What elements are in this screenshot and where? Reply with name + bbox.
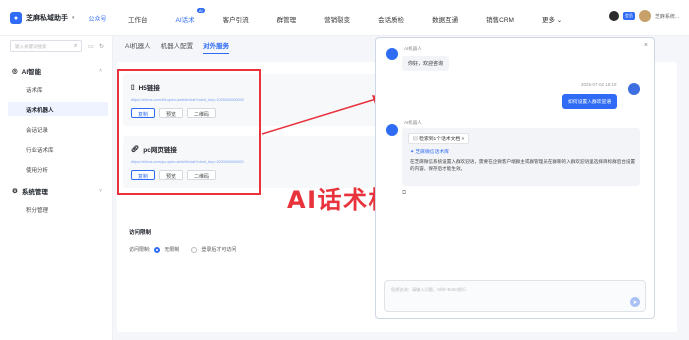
answer-text: 在芝麻微信系统设置入群欢迎语，需要在企微客户端群主或群管理员在群聊的入群欢迎语里… <box>410 159 636 171</box>
bot-avatar-icon <box>386 48 398 60</box>
bot-name: AI机器人 <box>404 120 422 125</box>
bot-name: AI机器人 <box>404 46 422 51</box>
answer-source-label: 芝麻微信话术库 <box>415 150 449 155</box>
message-time: 2025-07-02 15:18 <box>581 82 617 87</box>
bot-avatar-icon <box>386 124 398 136</box>
user-message-bubble: 如何设置入群欢迎语 <box>562 94 618 109</box>
document-icon: ▤ <box>413 137 418 142</box>
arrow-line <box>261 98 377 135</box>
send-icon[interactable]: ➤ <box>630 297 640 307</box>
close-icon[interactable]: × <box>644 42 648 49</box>
chat-input[interactable]: 您想咨询：请输入问题，Shift+Enter换行 ➤ <box>384 280 646 312</box>
chat-preview: × AI机器人 你好，欢迎咨询 2025-07-02 15:18 如何设置入群欢… <box>375 37 655 319</box>
answer-source: ✦ 芝麻微信话术库 <box>410 148 449 155</box>
chat-input-placeholder: 您想咨询：请输入问题，Shift+Enter换行 <box>391 287 467 292</box>
spark-icon: ✦ <box>410 150 415 155</box>
retrieve-chip[interactable]: ▤ 检索到1个话术文档 ˄ <box>408 133 470 144</box>
retrieve-chip-label: 检索到1个话术文档 <box>419 137 461 142</box>
user-avatar-icon <box>628 83 640 95</box>
bot-answer-card: ▤ 检索到1个话术文档 ˄ ✦ 芝麻微信话术库 在芝麻微信系统设置入群欢迎语，需… <box>402 128 640 186</box>
copy-icon[interactable]: ⧉ <box>402 190 406 197</box>
bot-greeting-bubble: 你好，欢迎咨询 <box>402 56 450 71</box>
